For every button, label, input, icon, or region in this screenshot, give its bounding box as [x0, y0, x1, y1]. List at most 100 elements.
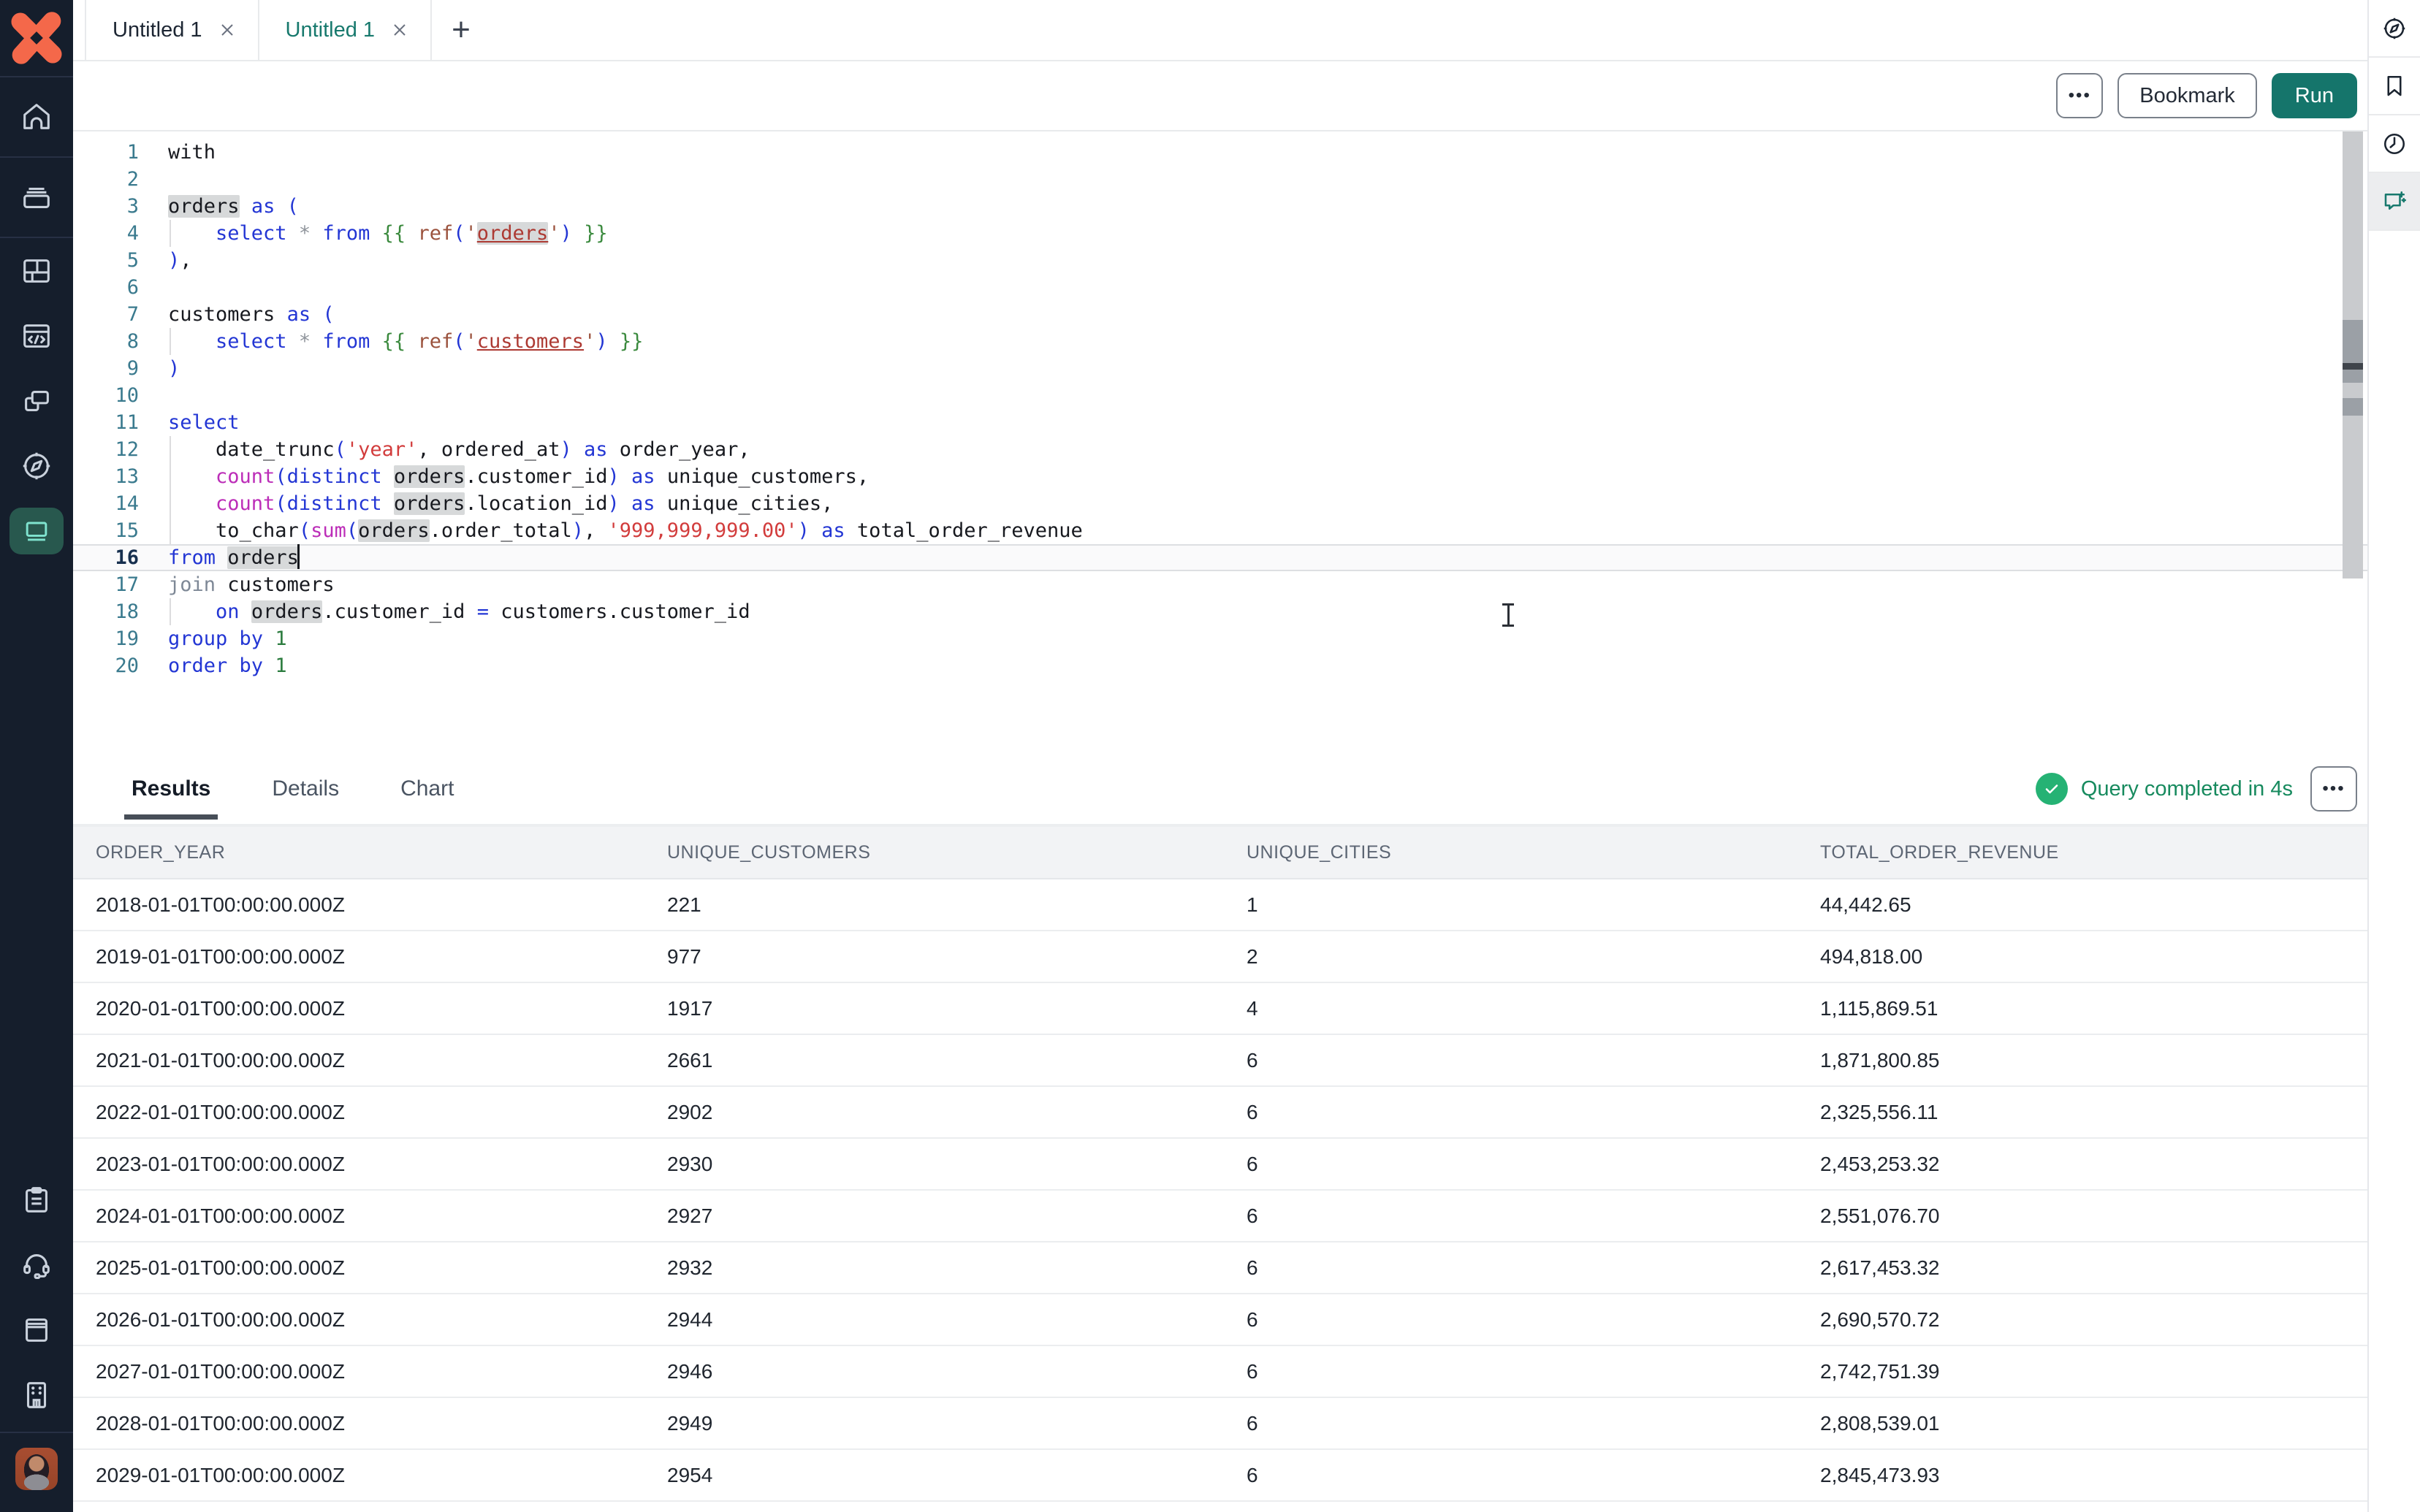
table-row: 2028-01-01T00:00:00.000Z294962,808,539.0…	[73, 1398, 2367, 1450]
bookmark-icon	[2381, 73, 2408, 99]
table-cell: 2661	[644, 1049, 1224, 1072]
table-cell: 6	[1224, 1049, 1797, 1072]
table-cell: 2018-01-01T00:00:00.000Z	[73, 893, 644, 917]
table-cell: 4	[1224, 997, 1797, 1020]
table-cell: 2902	[644, 1101, 1224, 1124]
results-more-button[interactable]: •••	[2310, 766, 2357, 812]
code-line[interactable]: 19group by 1	[73, 625, 2367, 652]
table-cell: 2946	[644, 1360, 1224, 1383]
sidebar-item-terminal[interactable]	[0, 498, 73, 563]
dashboard-grid-icon	[20, 254, 53, 288]
panel-item-explore[interactable]	[2369, 0, 2420, 58]
line-number: 11	[73, 411, 139, 434]
sidebar-item-explore[interactable]	[0, 433, 73, 498]
sidebar-item-docs[interactable]	[0, 1297, 73, 1362]
line-number: 16	[73, 546, 139, 569]
code-line[interactable]: 6	[73, 274, 2367, 301]
code-line[interactable]: 3orders as (	[73, 193, 2367, 220]
table-row: 2027-01-01T00:00:00.000Z294662,742,751.3…	[73, 1346, 2367, 1398]
app-window: Untitled 1 Untitled 1 + ••• Bookmark Run…	[0, 0, 2420, 1512]
panel-item-bookmarks[interactable]	[2369, 58, 2420, 115]
right-sidebar	[2367, 0, 2420, 1512]
table-cell: 2021-01-01T00:00:00.000Z	[73, 1049, 644, 1072]
code-line[interactable]: 10	[73, 382, 2367, 409]
tab-untitled-2[interactable]: Untitled 1	[259, 0, 433, 60]
sidebar-item-home[interactable]	[0, 77, 73, 158]
line-number: 13	[73, 465, 139, 488]
table-header: ORDER_YEARUNIQUE_CUSTOMERSUNIQUE_CITIEST…	[73, 827, 2367, 879]
code-line[interactable]: 11select	[73, 409, 2367, 436]
tab-untitled-1[interactable]: Untitled 1	[85, 0, 259, 60]
code-line[interactable]: 12 date_trunc('year', ordered_at) as ord…	[73, 436, 2367, 463]
table-row: 2024-01-01T00:00:00.000Z292762,551,076.7…	[73, 1191, 2367, 1242]
line-number: 18	[73, 600, 139, 623]
table-cell: 2954	[644, 1464, 1224, 1487]
table-cell: 1917	[644, 997, 1224, 1020]
organization-building-icon	[20, 1378, 53, 1412]
tab-details[interactable]: Details	[267, 754, 343, 824]
table-cell: 6	[1224, 1204, 1797, 1228]
code-text: )	[168, 357, 180, 380]
table-cell: 2024-01-01T00:00:00.000Z	[73, 1204, 644, 1228]
code-line[interactable]: 9)	[73, 355, 2367, 382]
table-cell: 2932	[644, 1256, 1224, 1280]
table-row: 2029-01-01T00:00:00.000Z295462,845,473.9…	[73, 1450, 2367, 1502]
table-row: 2026-01-01T00:00:00.000Z294462,690,570.7…	[73, 1294, 2367, 1346]
query-status-text: Query completed in 4s	[2081, 777, 2293, 801]
code-line[interactable]: 13 count(distinct orders.customer_id) as…	[73, 463, 2367, 490]
terminal-laptop-icon	[20, 515, 53, 547]
sidebar-item-code-browser[interactable]	[0, 303, 73, 368]
code-line[interactable]: 5),	[73, 247, 2367, 274]
table-cell: 2,808,539.01	[1797, 1412, 2367, 1435]
sidebar-item-tasks[interactable]	[0, 1167, 73, 1232]
code-line[interactable]: 4 select * from {{ ref('orders') }}	[73, 220, 2367, 247]
panel-item-history[interactable]	[2369, 115, 2420, 173]
line-number: 10	[73, 384, 139, 407]
code-line[interactable]: 7customers as (	[73, 301, 2367, 328]
bookmark-button[interactable]: Bookmark	[2118, 73, 2257, 118]
code-line[interactable]: 2	[73, 166, 2367, 193]
more-options-button[interactable]: •••	[2056, 73, 2103, 118]
table-row: 2023-01-01T00:00:00.000Z293062,453,253.3…	[73, 1139, 2367, 1191]
editor-scrollbar[interactable]	[2343, 131, 2363, 579]
panel-item-ai-chat[interactable]	[2369, 173, 2420, 231]
code-line[interactable]: 14 count(distinct orders.location_id) as…	[73, 490, 2367, 517]
table-row: 2022-01-01T00:00:00.000Z290262,325,556.1…	[73, 1087, 2367, 1139]
sidebar-item-organization[interactable]	[0, 1362, 73, 1427]
table-cell: 44,442.65	[1797, 893, 2367, 917]
left-sidebar	[0, 0, 73, 1512]
code-line[interactable]: 1with	[73, 139, 2367, 166]
run-button[interactable]: Run	[2272, 73, 2357, 118]
close-icon[interactable]	[391, 21, 408, 39]
windows-icon	[20, 384, 53, 418]
table-cell: 2	[1224, 945, 1797, 969]
tab-chart[interactable]: Chart	[396, 754, 458, 824]
tab-results[interactable]: Results	[127, 754, 215, 824]
query-status: Query completed in 4s •••	[2036, 766, 2357, 812]
user-avatar[interactable]	[15, 1448, 58, 1490]
table-cell: 2,690,570.72	[1797, 1308, 2367, 1332]
table-cell: 2,453,253.32	[1797, 1153, 2367, 1176]
line-number: 2	[73, 168, 139, 191]
code-text: join customers	[168, 573, 335, 596]
code-line[interactable]: 8 select * from {{ ref('customers') }}	[73, 328, 2367, 355]
table-cell: 1	[1224, 893, 1797, 917]
code-line[interactable]: 18 on orders.customer_id = customers.cus…	[73, 598, 2367, 625]
sidebar-item-support[interactable]	[0, 1232, 73, 1297]
table-cell: 2027-01-01T00:00:00.000Z	[73, 1360, 644, 1383]
history-clock-icon	[2381, 131, 2408, 157]
app-logo[interactable]	[0, 0, 73, 77]
sql-editor[interactable]: 1with23orders as (4 select * from {{ ref…	[73, 131, 2367, 754]
sidebar-item-data-sources[interactable]	[0, 158, 73, 238]
code-line[interactable]: 15 to_char(sum(orders.order_total), '999…	[73, 517, 2367, 544]
sidebar-item-apps[interactable]	[0, 368, 73, 433]
sidebar-item-dashboards[interactable]	[0, 238, 73, 303]
table-cell: 2927	[644, 1204, 1224, 1228]
close-icon[interactable]	[218, 21, 236, 39]
table-cell: 6	[1224, 1153, 1797, 1176]
code-line[interactable]: 17join customers	[73, 571, 2367, 598]
new-tab-button[interactable]: +	[432, 0, 490, 60]
code-line[interactable]: 20order by 1	[73, 652, 2367, 679]
line-number: 15	[73, 519, 139, 542]
code-line[interactable]: 16from orders	[73, 544, 2367, 571]
